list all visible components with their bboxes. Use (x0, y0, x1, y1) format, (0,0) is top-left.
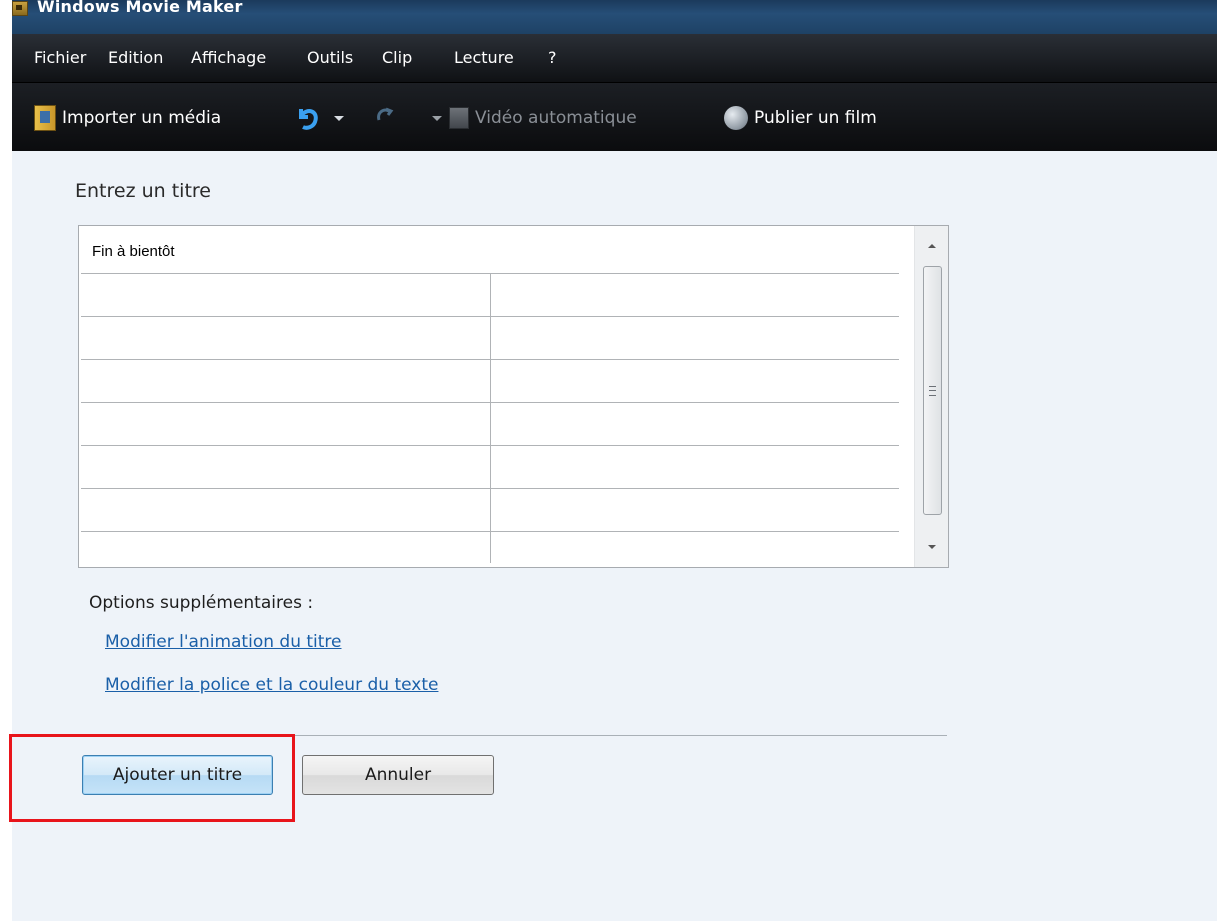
menu-outils[interactable]: Outils (307, 48, 353, 67)
chevron-up-icon (927, 244, 936, 248)
enter-title-prompt: Entrez un titre (75, 180, 211, 202)
window-title: Windows Movie Maker (37, 0, 243, 16)
import-media-label: Importer un média (62, 108, 222, 128)
menu-bar: Fichier Edition Affichage Outils Clip Le… (12, 34, 1217, 83)
editor-column-divider (490, 273, 491, 563)
menu-fichier[interactable]: Fichier (34, 48, 86, 67)
menu-help[interactable]: ? (548, 48, 557, 67)
auto-video-icon (449, 107, 469, 129)
vertical-scrollbar[interactable] (914, 226, 948, 567)
movie-maker-window: Windows Movie Maker Fichier Edition Affi… (9, 0, 1217, 921)
undo-icon (299, 109, 318, 130)
auto-video-label: Vidéo automatique (475, 108, 637, 128)
change-title-animation-link[interactable]: Modifier l'animation du titre (105, 632, 342, 652)
toolbar: Importer un média Vidéo automatique Publ… (12, 83, 1217, 151)
scroll-up-button[interactable] (915, 228, 948, 264)
menu-lecture[interactable]: Lecture (454, 48, 514, 67)
undo-dropdown[interactable] (334, 105, 350, 131)
import-media-button[interactable]: Importer un média (34, 105, 221, 131)
movie-maker-icon (12, 1, 28, 16)
scroll-down-button[interactable] (915, 529, 948, 565)
title-text-editor[interactable]: Fin à bientôt (78, 225, 949, 568)
change-font-color-link[interactable]: Modifier la police et la couleur du text… (105, 675, 438, 695)
title-bar: Windows Movie Maker (12, 0, 1217, 34)
menu-clip[interactable]: Clip (382, 48, 412, 67)
chevron-down-icon (432, 116, 442, 121)
redo-icon (377, 107, 394, 121)
publish-movie-label: Publier un film (754, 108, 877, 128)
import-media-icon (34, 105, 56, 131)
redo-button[interactable] (375, 105, 401, 131)
auto-video-button[interactable]: Vidéo automatique (449, 105, 637, 131)
redo-dropdown[interactable] (432, 105, 448, 131)
cancel-button[interactable]: Annuler (302, 755, 494, 795)
menu-edition[interactable]: Edition (108, 48, 163, 67)
scroll-grip-icon (929, 386, 936, 396)
chevron-down-icon (927, 545, 936, 549)
more-options-label: Options supplémentaires : (89, 593, 314, 613)
scroll-thumb[interactable] (923, 266, 942, 515)
highlight-annotation (9, 734, 295, 822)
menu-affichage[interactable]: Affichage (191, 48, 266, 67)
publish-movie-button[interactable]: Publier un film (724, 105, 877, 131)
chevron-down-icon (334, 116, 344, 121)
title-text-line[interactable]: Fin à bientôt (92, 243, 175, 260)
publish-movie-icon (724, 106, 748, 130)
undo-button[interactable] (295, 105, 327, 131)
